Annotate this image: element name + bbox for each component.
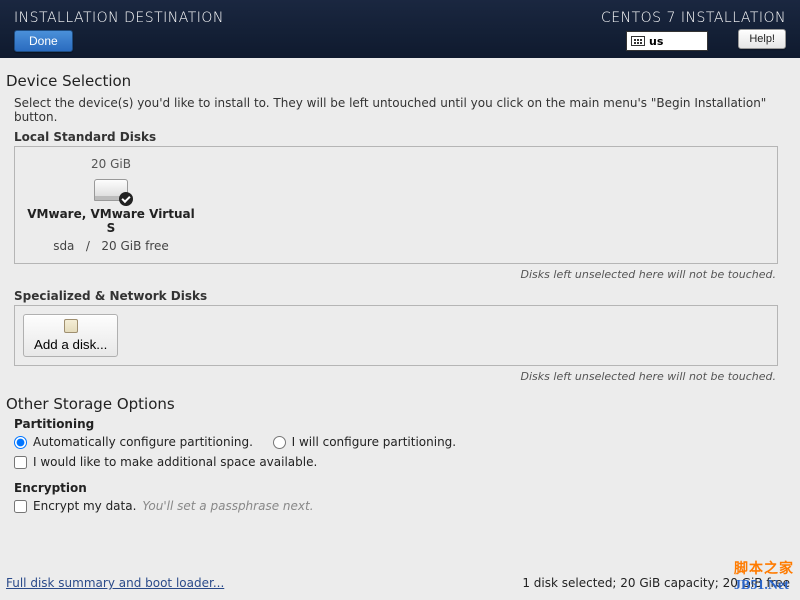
page-title: INSTALLATION DESTINATION — [14, 10, 224, 26]
partitioning-label: Partitioning — [14, 417, 786, 431]
disk-size: 20 GiB — [23, 157, 199, 171]
selection-status: 1 disk selected; 20 GiB capacity; 20 GiB… — [522, 576, 790, 590]
keyboard-icon — [631, 36, 645, 46]
add-disk-label: Add a disk... — [34, 337, 107, 352]
encryption-label: Encryption — [14, 481, 786, 495]
local-disks-panel: 20 GiB VMware, VMware Virtual S sda / 20… — [14, 146, 778, 264]
disk-free: 20 GiB free — [101, 239, 168, 253]
device-selection-heading: Device Selection — [6, 72, 786, 90]
disk-selected-check-icon — [119, 192, 133, 206]
checkbox-reclaim-space[interactable] — [14, 456, 27, 469]
network-disks-hint: Disks left unselected here will not be t… — [6, 370, 776, 383]
disk-name: VMware, VMware Virtual S — [23, 207, 199, 235]
done-button[interactable]: Done — [14, 30, 73, 52]
local-disks-label: Local Standard Disks — [14, 130, 786, 144]
add-disk-icon — [64, 319, 78, 333]
encryption-hint: You'll set a passphrase next. — [142, 499, 313, 513]
keyboard-layout-value: us — [649, 35, 663, 48]
network-disks-label: Specialized & Network Disks — [14, 289, 786, 303]
add-disk-button[interactable]: Add a disk... — [23, 314, 118, 357]
disk-sep: / — [86, 239, 90, 253]
radio-manual-partition[interactable] — [273, 436, 286, 449]
help-button[interactable]: Help! — [738, 29, 786, 49]
storage-options-heading: Other Storage Options — [6, 395, 786, 413]
checkbox-encrypt[interactable] — [14, 500, 27, 513]
device-selection-desc: Select the device(s) you'd like to insta… — [14, 96, 786, 124]
local-disks-hint: Disks left unselected here will not be t… — [6, 268, 776, 281]
disk-subinfo: sda / 20 GiB free — [23, 239, 199, 253]
network-disks-panel: Add a disk... — [14, 305, 778, 366]
checkbox-encrypt-label[interactable]: Encrypt my data. — [33, 499, 136, 513]
installer-brand: CENTOS 7 INSTALLATION — [601, 10, 786, 26]
radio-auto-partition[interactable] — [14, 436, 27, 449]
hard-drive-icon — [94, 179, 128, 201]
radio-manual-partition-label[interactable]: I will configure partitioning. — [292, 435, 456, 449]
disk-summary-link[interactable]: Full disk summary and boot loader... — [6, 576, 224, 590]
disk-dev: sda — [53, 239, 74, 253]
checkbox-reclaim-space-label[interactable]: I would like to make additional space av… — [33, 455, 317, 469]
disk-item-sda[interactable]: 20 GiB VMware, VMware Virtual S sda / 20… — [23, 155, 199, 255]
radio-auto-partition-label[interactable]: Automatically configure partitioning. — [33, 435, 253, 449]
keyboard-layout-selector[interactable]: us — [626, 31, 708, 51]
